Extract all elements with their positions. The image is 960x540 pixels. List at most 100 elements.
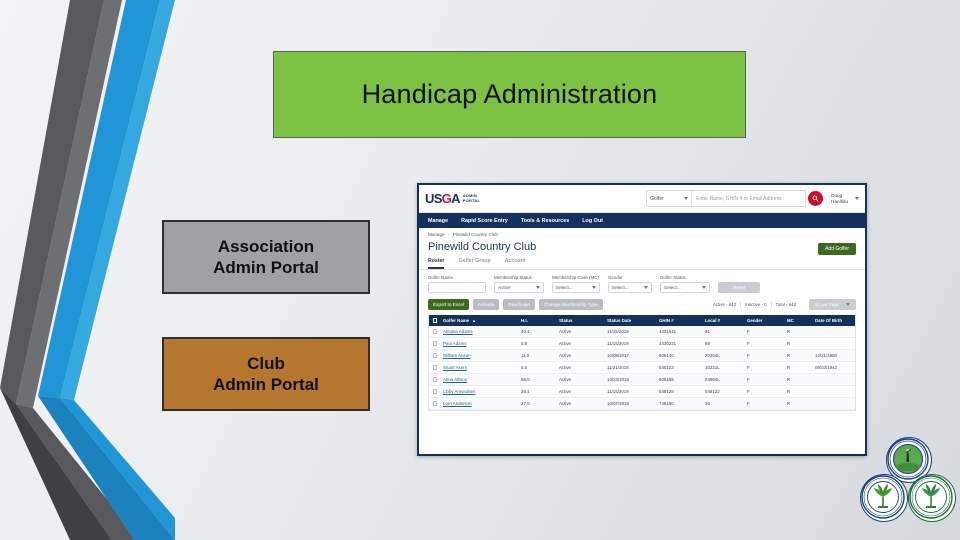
cell-membership-code: R [787,353,791,358]
callout-club-admin-portal: Club Admin Portal [162,337,370,411]
row-checkbox[interactable] [429,389,441,394]
search-bar[interactable]: Golfer Enter Name, GHIN # or Email Addre… [646,190,807,207]
club-name-title: Pinewild Country Club [428,241,537,253]
export-to-excel-button[interactable]: Export to Excel [428,299,469,310]
row-checkbox[interactable] [429,341,441,346]
change-membership-type-button[interactable]: Change Membership Type [538,299,603,310]
cell-gender: F [747,389,750,394]
col-date-of-birth[interactable]: Date Of Birth [815,318,865,323]
search-button[interactable] [808,191,824,206]
col-handicap-index[interactable]: H.I. [521,318,559,323]
table-row[interactable]: Anna Allison 55.0 Active 10/23/2019 6051… [429,374,855,386]
cell-status-date: 10/09/2017 [607,353,629,358]
breadcrumb: Manage › Pinewild Country Club [419,228,865,240]
reset-button[interactable]: Reset [718,282,760,293]
filter-golfer-status-label: Golfer Status [660,275,686,280]
cell-ghin-number: 4431541 [659,329,677,334]
page-title: Handicap Administration [361,79,658,109]
golfer-name-input[interactable] [428,282,486,293]
cell-local-number: 88 [705,341,710,346]
table-row[interactable]: Antoine Adams 40.1 Active 11/15/2019 443… [429,326,855,338]
col-golfer-name[interactable]: Golfer Name ▲ [441,318,521,323]
cell-status-date: 10/23/2019 [607,377,629,382]
add-golfer-button[interactable]: Add Golfer [818,243,856,255]
breadcrumb-current: Pinewild Country Club [452,232,498,237]
tab-account[interactable]: Account [505,258,526,269]
golfer-status-select[interactable]: Select... [660,282,710,293]
cell-handicap-index: 11.0 [521,353,530,358]
tab-bar: Roster Golfer Group Account [419,258,865,270]
usga-logo[interactable]: USGA ADMIN PORTAL [425,191,480,206]
col-gender[interactable]: Gender [747,318,787,323]
cell-golfer-name[interactable]: William Anson [441,353,521,358]
search-input[interactable]: Enter Name, GHIN # or Email Address [692,196,805,202]
user-name-line2: Hanifolu [831,198,848,204]
deactivate-button[interactable]: Deactivate [503,299,535,310]
roster-table: Golfer Name ▲ H.I. Status Status Date GHI… [428,315,856,411]
cell-status: Active [559,377,571,382]
col-golfer-name-label: Golfer Name [443,318,470,323]
activate-button[interactable]: Activate [472,299,500,310]
table-header-row: Golfer Name ▲ H.I. Status Status Date GHI… [429,315,855,326]
membership-status-value: Active [498,285,511,290]
callout-club-line2: Admin Portal [213,375,319,394]
app-header: USGA ADMIN PORTAL Golfer Enter Name, GHI… [419,185,865,213]
action-bar: Export to Excel Activate Deactivate Chan… [419,293,865,315]
association-seals [858,437,958,535]
table-row[interactable]: Lorri Anderson 27.0 Active 10/07/2019 74… [429,398,855,410]
cell-golfer-name[interactable]: Libby Amundsen [441,389,521,394]
row-checkbox[interactable] [429,377,441,382]
nav-item-log-out[interactable]: Log Out [582,218,603,224]
col-status-date[interactable]: Status Date [607,318,659,323]
page-title-row: Pinewild Country Club Add Golfer [419,240,865,258]
nav-item-rapid-score-entry[interactable]: Rapid Score Entry [461,218,508,224]
membership-code-select[interactable]: Select... [552,282,600,293]
table-row[interactable]: Libby Amundsen 36.1 Active 11/15/2019 64… [429,386,855,398]
cell-gender: F [747,401,750,406]
breadcrumb-separator: › [447,232,450,237]
filter-membership-status: Membership Status Active [494,275,544,293]
cell-golfer-name[interactable]: Paul Adams [441,341,521,346]
chevron-down-icon [846,303,850,306]
cell-gender: F [747,377,750,382]
usga-admin-portal-screenshot: USGA ADMIN PORTAL Golfer Enter Name, GHI… [417,183,867,456]
gender-select[interactable]: Select... [608,282,652,293]
membership-status-select[interactable]: Active [494,282,544,293]
tab-roster[interactable]: Roster [428,258,445,269]
count-total: Total - 642 [775,302,797,307]
nav-item-manage[interactable]: Manage [428,218,448,224]
chevron-down-icon [702,286,706,289]
cell-golfer-name[interactable]: Lorri Anderson [441,401,521,406]
logo-g: G [441,191,452,206]
cell-ghin-number: 648128 [659,389,674,394]
cell-golfer-name[interactable]: Antoine Adams [441,329,521,334]
user-menu[interactable]: Doug Hanifolu [831,193,859,204]
cell-golfer-name[interactable]: Anna Allison [441,377,521,382]
table-row[interactable]: Paul Adams 5.8 Active 11/15/2019 4430221… [429,338,855,350]
col-ghin-number[interactable]: GHIN # [659,318,705,323]
row-checkbox[interactable] [429,353,441,358]
filter-membership-code: Membership Code (MC) Select... [552,275,600,293]
nav-item-tools-resources[interactable]: Tools & Resources [521,218,569,224]
page-size-select[interactable]: 50 per Page [809,299,856,310]
table-row[interactable]: Stuart Akers 6.5 Active 11/21/2018 64010… [429,362,855,374]
table-row[interactable]: William Anson 11.0 Active 10/09/2017 605… [429,350,855,362]
col-status[interactable]: Status [559,318,607,323]
row-checkbox[interactable] [429,401,441,406]
col-local-number[interactable]: Local # [705,318,747,323]
row-checkbox[interactable] [429,329,441,334]
cell-golfer-name[interactable]: Stuart Akers [441,365,521,370]
corner-stripe-decoration [0,0,175,540]
cell-local-number: 10321L [705,365,720,370]
breadcrumb-root[interactable]: Manage [428,232,445,237]
cell-local-number: 91 [705,329,710,334]
select-all-checkbox[interactable] [429,318,441,323]
row-checkbox[interactable] [429,365,441,370]
col-membership-code[interactable]: MC [787,318,815,323]
tab-golfer-group[interactable]: Golfer Group [458,258,490,269]
cell-status-date: 11/15/2019 [607,329,629,334]
cell-ghin-number: 640103 [659,365,674,370]
cell-status: Active [559,341,571,346]
cell-status-date: 11/15/2019 [607,341,629,346]
search-scope-select[interactable]: Golfer [647,191,693,206]
